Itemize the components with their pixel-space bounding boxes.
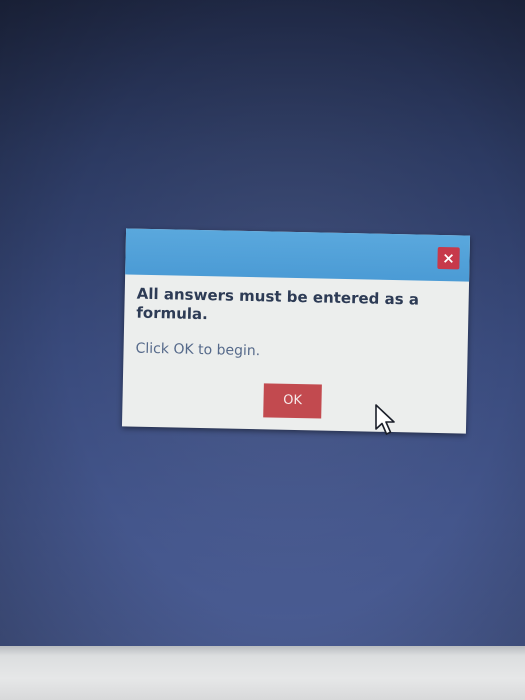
dialog-instruction: Click OK to begin. (135, 340, 261, 360)
close-button[interactable]: × (437, 246, 460, 270)
alert-dialog: × All answers must be entered as a formu… (121, 228, 471, 434)
dialog-titlebar: × (125, 228, 471, 282)
monitor-bezel (0, 646, 525, 700)
close-icon: × (442, 249, 456, 268)
ok-button[interactable]: OK (263, 383, 322, 419)
dialog-message: All answers must be entered as a formula… (136, 284, 420, 324)
mouse-pointer-icon (375, 404, 395, 435)
